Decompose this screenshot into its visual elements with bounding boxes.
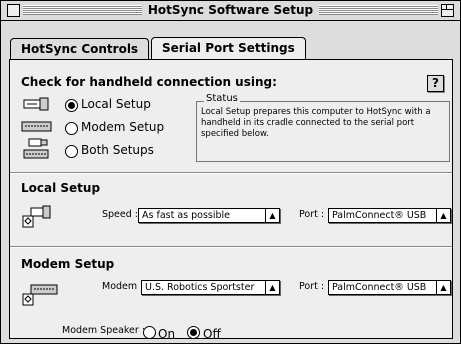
- speed-label: Speed :: [102, 209, 139, 220]
- modem-setup-radio[interactable]: [65, 122, 78, 135]
- local-setup-heading: Local Setup: [21, 181, 101, 195]
- popup-arrow-icon: ▲: [265, 281, 279, 294]
- cradle-icon: [23, 97, 49, 111]
- modem-port-popup[interactable]: PalmConnect® USB ▲: [328, 280, 451, 295]
- local-setup-label: Local Setup: [81, 97, 151, 111]
- speed-popup[interactable]: As fast as possible ▲: [138, 208, 280, 223]
- speaker-off-radio[interactable]: [187, 326, 200, 339]
- modem-popup[interactable]: U.S. Robotics Sportster ▲: [141, 280, 280, 295]
- cradle-icon: [22, 205, 51, 228]
- modem-setup-heading: Modem Setup: [21, 257, 115, 271]
- popup-arrow-icon: ▲: [436, 281, 450, 294]
- speaker-on-radio[interactable]: [143, 326, 156, 339]
- modem-speaker-label: Modem Speaker :: [62, 325, 146, 336]
- speaker-on-label: On: [158, 327, 176, 341]
- modem-icon: [22, 284, 58, 306]
- modem-port-label: Port :: [299, 281, 325, 292]
- window-title: HotSync Software Setup: [141, 3, 320, 17]
- divider: [10, 246, 452, 248]
- title-bar[interactable]: HotSync Software Setup: [1, 1, 460, 21]
- tab-hotsync-controls[interactable]: HotSync Controls: [10, 38, 150, 59]
- modem-setup-label: Modem Setup: [81, 120, 165, 134]
- zoom-box-icon[interactable]: [441, 4, 454, 17]
- both-setups-icon: [23, 138, 49, 159]
- status-text: Local Setup prepares this computer to Ho…: [201, 107, 431, 139]
- popup-arrow-icon: ▲: [265, 209, 279, 222]
- connection-heading: Check for handheld connection using:: [21, 75, 277, 89]
- popup-arrow-icon: ▲: [436, 209, 450, 222]
- speaker-off-label: Off: [203, 327, 221, 341]
- local-setup-radio[interactable]: [65, 99, 78, 112]
- local-port-popup[interactable]: PalmConnect® USB ▲: [328, 208, 451, 223]
- serial-port-panel: Check for handheld connection using: ? L…: [9, 59, 453, 341]
- local-port-label: Port :: [299, 209, 325, 220]
- divider: [10, 172, 452, 174]
- both-setups-label: Both Setups: [81, 143, 154, 157]
- status-title: Status: [204, 93, 240, 104]
- tab-serial-port-settings[interactable]: Serial Port Settings: [151, 37, 306, 59]
- hotsync-setup-window: HotSync Software Setup HotSync Controls …: [0, 0, 461, 344]
- help-button[interactable]: ?: [427, 75, 444, 92]
- modem-label: Modem :: [102, 281, 144, 292]
- both-setups-radio[interactable]: [65, 145, 78, 158]
- modem-icon: [21, 121, 52, 132]
